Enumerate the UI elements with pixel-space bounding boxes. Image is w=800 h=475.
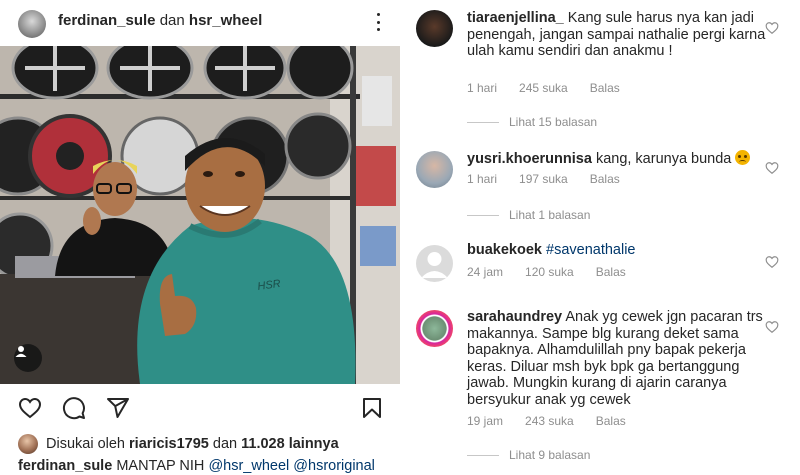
comment-time: 24 jam <box>467 265 504 279</box>
comment-avatar-story[interactable] <box>416 310 453 347</box>
caption-text: MANTAP NIH <box>116 458 205 474</box>
author-username[interactable]: ferdinan_sule <box>58 12 156 29</box>
coauthor-username[interactable]: hsr_wheel <box>189 12 262 29</box>
comment-time: 19 jam <box>467 414 504 428</box>
bookmark-icon[interactable] <box>360 396 384 420</box>
comment-likes[interactable]: 120 suka <box>525 265 574 279</box>
post-actions <box>0 386 400 430</box>
liker-username[interactable]: riaricis1795 <box>129 436 209 452</box>
comment-time: 1 hari <box>467 172 498 186</box>
author-avatar[interactable] <box>18 10 46 38</box>
post-caption: ferdinan_sule MANTAP NIH @hsr_wheel @hsr… <box>18 458 375 474</box>
view-replies-label: Lihat 1 balasan <box>509 208 591 222</box>
more-options-icon[interactable] <box>372 10 384 34</box>
post-photo[interactable]: HSR <box>0 46 400 384</box>
comment-like-icon[interactable] <box>765 21 779 35</box>
comment-body: tiaraenjellina_ Kang sule harus nya kan … <box>467 10 767 60</box>
likes-summary: Disukai oleh riaricis1795 dan 11.028 lai… <box>18 434 339 454</box>
view-replies-label: Lihat 15 balasan <box>509 115 598 129</box>
comment-body: yusri.khoerunnisa kang, karunya bunda <box>467 150 767 168</box>
likes-and: dan <box>212 436 238 452</box>
comment-like-icon[interactable] <box>765 255 779 269</box>
replies-divider <box>467 121 499 123</box>
post-header: ferdinan_sule dan hsr_wheel <box>0 0 400 45</box>
reply-button[interactable]: Balas <box>596 265 626 279</box>
view-replies-button[interactable]: Lihat 15 balasan <box>467 115 597 129</box>
reply-button[interactable]: Balas <box>596 414 626 428</box>
comment-avatar[interactable] <box>416 10 453 47</box>
caption-mention[interactable]: @hsroriginal <box>293 458 375 474</box>
comment-username[interactable]: buakekoek <box>467 242 542 258</box>
comment-likes[interactable]: 245 suka <box>519 81 568 95</box>
comment-meta: 19 jam 243 suka Balas <box>467 414 648 428</box>
comment-like-icon[interactable] <box>765 161 779 175</box>
caption-mention[interactable]: @hsr_wheel <box>208 458 289 474</box>
comment-username[interactable]: tiaraenjellina_ <box>467 10 564 26</box>
photo-illustration: HSR <box>0 46 400 384</box>
replies-divider <box>467 454 499 456</box>
comment-meta: 1 hari 197 suka Balas <box>467 172 642 186</box>
liker-avatar[interactable] <box>18 434 38 454</box>
comment-body: buakekoek #savenathalie <box>467 242 767 259</box>
comment-avatar[interactable] <box>416 245 453 282</box>
comment-like-icon[interactable] <box>765 320 779 334</box>
heart-icon[interactable] <box>18 396 42 420</box>
comment-meta: 1 hari 245 suka Balas <box>467 81 642 95</box>
view-replies-label: Lihat 9 balasan <box>509 448 591 462</box>
post-panel: ferdinan_sule dan hsr_wheel HSR Disukai … <box>0 0 400 475</box>
reply-button[interactable]: Balas <box>590 172 620 186</box>
default-avatar-icon <box>421 252 448 278</box>
disappointed-face-icon <box>735 150 751 165</box>
likes-count[interactable]: 11.028 lainnya <box>241 436 339 452</box>
comment-likes[interactable]: 243 suka <box>525 414 574 428</box>
comment-text: kang, karunya bunda <box>595 151 732 167</box>
share-icon[interactable] <box>106 396 130 420</box>
view-replies-button[interactable]: Lihat 9 balasan <box>467 448 590 462</box>
comment-avatar[interactable] <box>416 151 453 188</box>
view-replies-button[interactable]: Lihat 1 balasan <box>467 208 590 222</box>
author-joiner: dan <box>159 12 185 29</box>
post-authors: ferdinan_sule dan hsr_wheel <box>58 12 262 29</box>
person-tag-icon[interactable] <box>14 344 42 372</box>
caption-username[interactable]: ferdinan_sule <box>18 458 112 474</box>
likes-prefix: Disukai oleh <box>46 436 125 452</box>
comment-username[interactable]: sarahaundrey <box>467 309 562 325</box>
comments-panel: tiaraenjellina_ Kang sule harus nya kan … <box>400 0 800 475</box>
comment-body: sarahaundrey Anak yg cewek jgn pacaran t… <box>467 309 767 408</box>
comment-meta: 24 jam 120 suka Balas <box>467 265 648 279</box>
reply-button[interactable]: Balas <box>590 81 620 95</box>
replies-divider <box>467 214 499 216</box>
comment-username[interactable]: yusri.khoerunnisa <box>467 151 592 167</box>
comment-time: 1 hari <box>467 81 498 95</box>
comment-hashtag[interactable]: #savenathalie <box>546 242 636 258</box>
comment-likes[interactable]: 197 suka <box>519 172 568 186</box>
comment-icon[interactable] <box>62 396 86 420</box>
